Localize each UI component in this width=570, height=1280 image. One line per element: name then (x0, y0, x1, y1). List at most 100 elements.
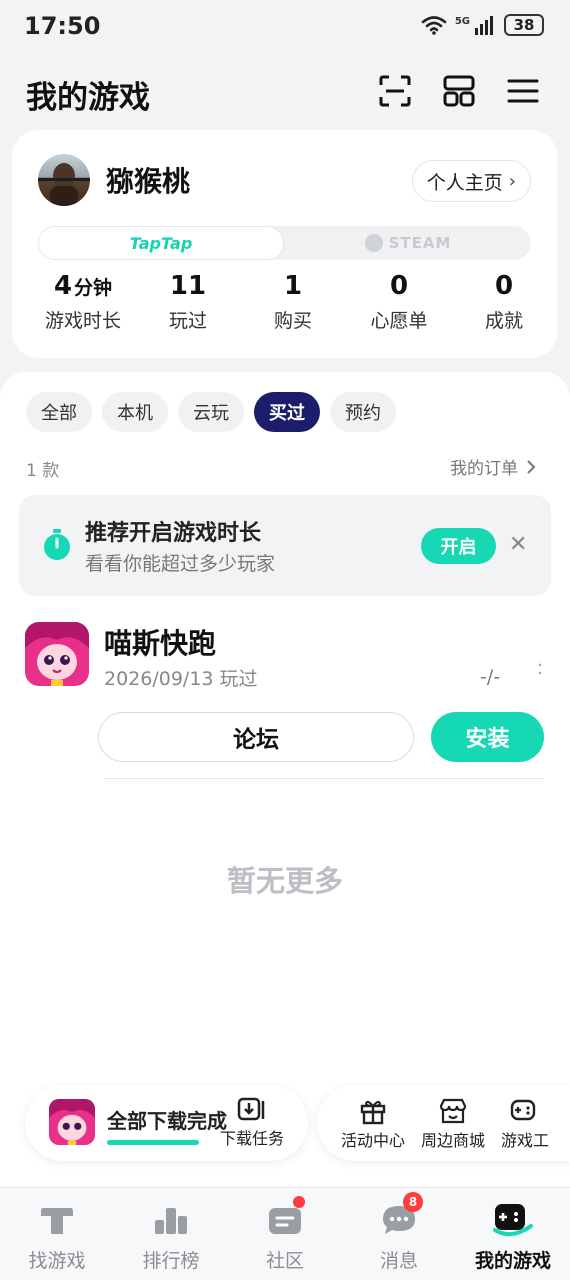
game-last-played: 2026/09/13 玩过 (104, 668, 258, 690)
gift-icon (360, 1100, 386, 1125)
platform-switch: TapTap STEAM (38, 226, 531, 260)
nav-community[interactable]: 社区 (228, 1196, 342, 1273)
enable-playtime-button[interactable]: 开启 (421, 528, 496, 564)
steam-icon (364, 234, 383, 252)
shortcut-events[interactable]: 活动中心 (341, 1097, 405, 1151)
stat-label: 成就 (484, 310, 523, 332)
avatar-image (38, 163, 90, 206)
game-icon[interactable] (25, 622, 89, 686)
game-title: 喵斯快跑 (104, 627, 217, 660)
download-task-button[interactable]: 下载任务 (219, 1097, 285, 1149)
filter-local[interactable]: 本机 (102, 392, 168, 432)
stat-played[interactable]: 11 玩过 (133, 270, 243, 333)
stat-wishlist[interactable]: 0 心愿单 (344, 270, 454, 333)
grid-icon[interactable] (442, 74, 476, 108)
status-bar: 17:50 5G 38 (0, 0, 570, 56)
games-panel: 全部 本机 云玩 买过 预约 1 款 我的订单 推荐开启游戏时长 看看你能超过多… (0, 372, 570, 1187)
ranking-icon (155, 1208, 187, 1234)
forum-button[interactable]: 论坛 (98, 712, 414, 762)
menu-icon[interactable] (506, 74, 540, 108)
shop-icon (439, 1098, 467, 1124)
download-task-label: 下载任务 (219, 1129, 284, 1148)
stat-value: 1 (283, 271, 303, 301)
stat-value: 0 (389, 271, 409, 301)
download-status-text: 全部下载完成 (107, 1109, 227, 1133)
nav-label: 我的游戏 (474, 1250, 551, 1272)
shortcut-label: 活动中心 (341, 1131, 406, 1150)
nav-ranking[interactable]: 排行榜 (114, 1200, 228, 1273)
shortcut-label: 周边商城 (421, 1131, 486, 1150)
scan-icon[interactable] (378, 74, 412, 108)
status-time: 17:50 (24, 12, 101, 40)
status-indicators: 5G 38 (421, 14, 544, 36)
download-progress-bar (107, 1140, 199, 1145)
stat-label: 购买 (273, 310, 312, 332)
notification-dot (293, 1196, 305, 1208)
filter-cloud[interactable]: 云玩 (178, 392, 244, 432)
nav-label: 找游戏 (28, 1250, 86, 1272)
header: 我的游戏 (0, 62, 570, 126)
profile-home-button[interactable]: 个人主页 › (411, 160, 531, 202)
game-list-item[interactable]: 喵斯快跑 2026/09/13 玩过 -/- · · 论坛 安装 (0, 612, 570, 782)
taptap-logo: TapTap (129, 233, 193, 253)
stat-label: 玩过 (168, 310, 207, 332)
discover-icon (41, 1208, 73, 1234)
stat-value: 11 (169, 271, 207, 301)
my-games-icon (493, 1204, 533, 1237)
filter-reserved[interactable]: 预约 (330, 392, 396, 432)
stat-playtime[interactable]: 4 分钟 游戏时长 (28, 270, 138, 333)
shortcut-label: 游戏工 (501, 1131, 550, 1150)
signal-icon (475, 16, 493, 35)
stat-value: 0 (494, 271, 514, 301)
avatar[interactable] (38, 154, 90, 206)
more-options-icon[interactable]: · · (537, 657, 543, 683)
nav-label: 消息 (379, 1250, 418, 1272)
stat-label: 游戏时长 (44, 310, 121, 332)
download-status-pill[interactable]: 全部下载完成 下载任务 (25, 1085, 308, 1161)
playtime-tip-banner: 推荐开启游戏时长 看看你能超过多少玩家 开启 ✕ (19, 495, 551, 596)
bottom-navigation: 找游戏 排行榜 社区 8 消息 我的游戏 (0, 1187, 570, 1280)
profile-card: 猕猴桃 个人主页 › TapTap STEAM 4 分钟 游戏时长 11 玩过 1… (12, 130, 557, 358)
my-orders-link[interactable]: 我的订单 (450, 454, 536, 479)
nav-messages[interactable]: 8 消息 (342, 1192, 456, 1273)
tip-title: 推荐开启游戏时长 (85, 521, 262, 546)
gamepad-icon (510, 1099, 536, 1121)
message-badge: 8 (403, 1192, 423, 1212)
stat-achievements[interactable]: 0 成就 (449, 270, 559, 333)
username: 猕猴桃 (106, 165, 191, 198)
tab-taptap[interactable]: TapTap (38, 226, 284, 260)
tip-subtitle: 看看你能超过多少玩家 (85, 553, 276, 575)
game-count: 1 款 (26, 461, 60, 481)
game-rating: -/- (480, 666, 501, 688)
chevron-right-icon: › (508, 170, 516, 192)
my-orders-label: 我的订单 (450, 459, 518, 479)
shortcut-game-tools[interactable]: 游戏工 (501, 1097, 549, 1151)
nav-label: 排行榜 (142, 1250, 200, 1272)
stat-value: 4 (53, 271, 73, 301)
nav-label: 社区 (265, 1250, 304, 1272)
shortcut-shop[interactable]: 周边商城 (421, 1097, 485, 1151)
stat-purchased[interactable]: 1 购买 (238, 270, 348, 333)
close-icon[interactable]: ✕ (509, 532, 527, 557)
profile-home-label: 个人主页 (426, 171, 503, 194)
tab-steam[interactable]: STEAM (285, 226, 531, 260)
profile-stats: 4 分钟 游戏时长 11 玩过 1 购买 0 心愿单 0 成就 (12, 270, 557, 340)
filter-purchased[interactable]: 买过 (254, 392, 320, 432)
divider (104, 778, 544, 779)
nav-my-games[interactable]: 我的游戏 (456, 1200, 570, 1273)
steam-label: STEAM (388, 234, 452, 252)
shortcuts-pill: 活动中心 周边商城 游戏工 (317, 1085, 570, 1161)
stat-label: 心愿单 (370, 310, 428, 332)
stopwatch-icon (44, 529, 70, 560)
download-game-icon (49, 1099, 95, 1145)
filter-all[interactable]: 全部 (26, 392, 92, 432)
download-icon (237, 1097, 265, 1121)
page-title: 我的游戏 (26, 80, 150, 116)
nav-discover[interactable]: 找游戏 (0, 1200, 114, 1273)
stat-unit: 分钟 (74, 277, 113, 299)
wifi-icon (421, 16, 447, 35)
install-button[interactable]: 安装 (431, 712, 544, 762)
chevron-right-icon (527, 459, 536, 474)
filter-chips: 全部 本机 云玩 买过 预约 (26, 392, 396, 432)
battery-icon: 38 (504, 14, 544, 36)
